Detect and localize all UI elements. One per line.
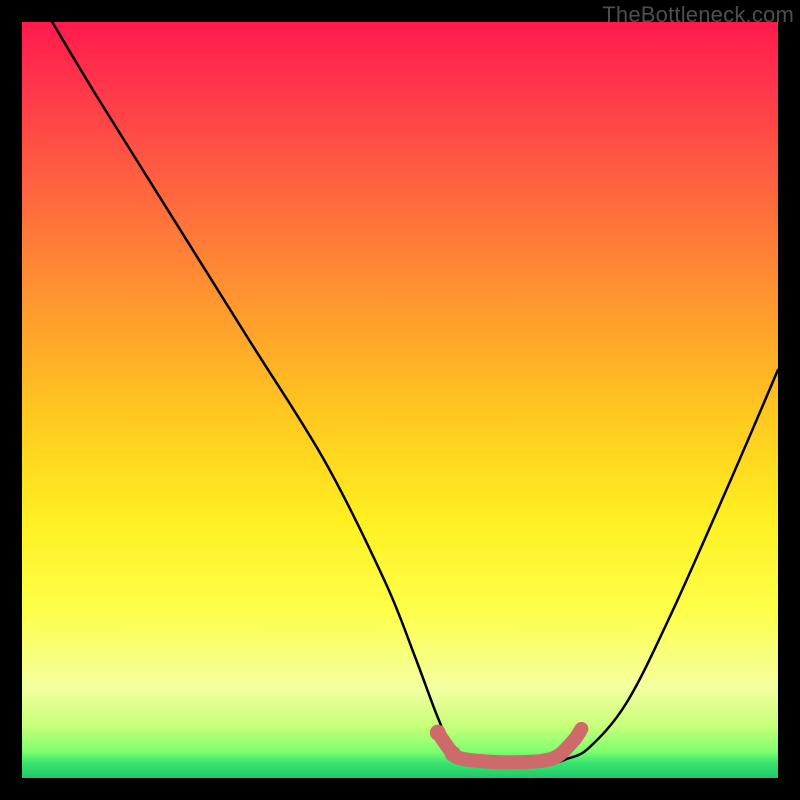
watermark-text: TheBottleneck.com bbox=[602, 2, 794, 28]
chart-frame bbox=[22, 22, 778, 778]
bottleneck-curve bbox=[52, 22, 778, 763]
optimal-band-dot bbox=[445, 746, 461, 762]
optimal-band-dot bbox=[430, 725, 446, 741]
chart-svg bbox=[22, 22, 778, 778]
